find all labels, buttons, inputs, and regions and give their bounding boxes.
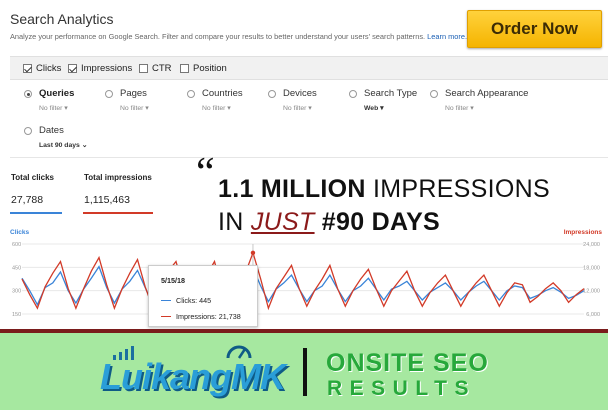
gauge-icon xyxy=(226,345,252,359)
clicks-swatch xyxy=(161,299,171,302)
total-clicks[interactable]: Total clicks 27,788 xyxy=(11,173,54,206)
radio-icon[interactable] xyxy=(24,90,32,98)
group-filter[interactable]: No filter ▾ xyxy=(39,104,74,112)
radio-icon[interactable] xyxy=(105,90,113,98)
banner-subtitle: RESULTS xyxy=(327,377,476,400)
headline-line1: 1.1 MILLION IMPRESSIONS xyxy=(218,175,550,203)
radio-icon[interactable] xyxy=(268,90,276,98)
group-by-panel: Queries No filter ▾ Pages No filter ▾ Co… xyxy=(10,80,608,158)
group-dates[interactable]: Dates Last 90 days ⌄ xyxy=(24,125,87,149)
impressions-swatch xyxy=(161,315,171,318)
group-devices[interactable]: Devices No filter ▾ xyxy=(268,88,317,112)
total-impressions-value: 1,115,463 xyxy=(84,194,130,206)
group-label: Pages xyxy=(120,88,147,99)
total-clicks-label: Total clicks xyxy=(11,173,54,182)
radio-icon[interactable] xyxy=(187,90,195,98)
right-tick-label: 24,000 xyxy=(583,242,600,248)
brand-logo: LuikangMK xyxy=(100,356,286,397)
radio-icon[interactable] xyxy=(349,90,357,98)
banner-divider xyxy=(303,348,307,396)
metric-label: Position xyxy=(193,63,227,74)
group-label: Search Type xyxy=(364,88,418,99)
group-label: Search Appearance xyxy=(445,88,529,99)
group-filter[interactable]: Web ▾ xyxy=(364,104,417,112)
metric-position[interactable]: Position xyxy=(180,63,227,74)
checkbox-icon[interactable] xyxy=(68,64,77,73)
group-label: Queries xyxy=(39,88,75,99)
metric-ctr[interactable]: CTR xyxy=(139,63,172,74)
right-tick-label: 12,000 xyxy=(583,289,600,295)
total-impressions-label: Total impressions xyxy=(84,173,152,182)
group-filter[interactable]: No filter ▾ xyxy=(202,104,243,112)
metric-label: Clicks xyxy=(36,63,62,74)
tooltip-impressions-text: Impressions: 21,738 xyxy=(176,312,241,321)
total-clicks-value: 27,788 xyxy=(11,194,44,206)
chart-tooltip: 5/15/18 Clicks: 445 Impressions: 21,738 xyxy=(148,265,258,327)
left-tick-label: 300 xyxy=(12,289,21,295)
radio-icon[interactable] xyxy=(430,90,438,98)
group-filter[interactable]: Last 90 days ⌄ xyxy=(39,141,87,149)
metric-label: Impressions xyxy=(81,63,133,74)
group-countries[interactable]: Countries No filter ▾ xyxy=(187,88,243,112)
total-impressions[interactable]: Total impressions 1,115,463 xyxy=(84,173,152,206)
radio-icon[interactable] xyxy=(24,127,32,135)
learn-more-link[interactable]: Learn more. xyxy=(427,32,467,41)
group-pages[interactable]: Pages No filter ▾ xyxy=(105,88,149,112)
page: Search Analytics Analyze your performanc… xyxy=(0,0,608,410)
group-search-type[interactable]: Search Type Web ▾ xyxy=(349,88,417,112)
group-filter[interactable]: No filter ▾ xyxy=(445,104,528,112)
right-tick-label: 18,000 xyxy=(583,265,600,271)
left-tick-label: 450 xyxy=(12,265,21,271)
left-tick-label: 150 xyxy=(12,312,21,318)
banner-title: ONSITE SEO xyxy=(326,349,489,377)
impressions-highlight-point[interactable] xyxy=(250,250,256,255)
checkbox-icon[interactable] xyxy=(180,64,189,73)
left-tick-label: 600 xyxy=(12,242,21,248)
tooltip-date: 5/15/18 xyxy=(161,276,185,285)
group-search-appearance[interactable]: Search Appearance No filter ▾ xyxy=(430,88,528,112)
metric-checkbar: Clicks Impressions CTR Position xyxy=(10,56,608,80)
order-now-button[interactable]: Order Now xyxy=(467,10,602,48)
tooltip-clicks: Clicks: 445 xyxy=(161,296,211,305)
metric-clicks[interactable]: Clicks xyxy=(23,63,61,74)
group-label: Dates xyxy=(39,125,64,136)
chart-svg[interactable]: 600 24,000 450 18,000 300 12,000 150 6,000 xyxy=(0,226,608,330)
quote-mark: “ xyxy=(196,150,215,196)
tooltip-impressions: Impressions: 21,738 xyxy=(161,312,241,321)
impressions-underline xyxy=(83,212,153,214)
performance-chart: Clicks Impressions 600 24,000 450 18,000 300… xyxy=(0,226,608,332)
clicks-underline xyxy=(10,212,62,214)
checkbox-icon[interactable] xyxy=(139,64,148,73)
page-title: Search Analytics xyxy=(10,11,114,27)
group-queries[interactable]: Queries No filter ▾ xyxy=(24,88,74,112)
metric-label: CTR xyxy=(152,63,172,74)
subtitle-text: Analyze your performance on Google Searc… xyxy=(10,32,426,41)
group-filter[interactable]: No filter ▾ xyxy=(120,104,149,112)
group-label: Countries xyxy=(202,88,243,99)
checkbox-icon[interactable] xyxy=(23,64,32,73)
group-label: Devices xyxy=(283,88,317,99)
page-subtitle: Analyze your performance on Google Searc… xyxy=(10,32,467,41)
group-filter[interactable]: No filter ▾ xyxy=(283,104,317,112)
tooltip-clicks-text: Clicks: 445 xyxy=(176,296,212,305)
metric-impressions[interactable]: Impressions xyxy=(68,63,132,74)
right-tick-label: 6,000 xyxy=(586,312,600,318)
